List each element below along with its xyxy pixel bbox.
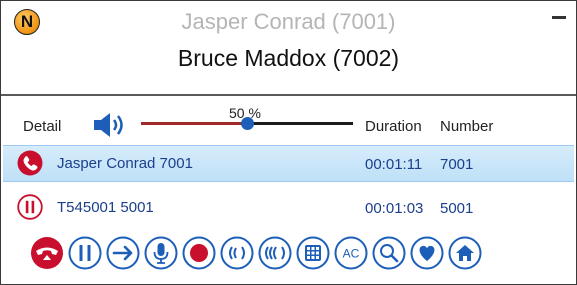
dialpad-button[interactable] <box>296 236 330 270</box>
volume-track-empty <box>247 122 353 125</box>
mute-button[interactable] <box>144 236 178 270</box>
conference-icon <box>220 236 254 270</box>
volume-track-filled <box>141 122 247 125</box>
conference-all-icon <box>258 236 292 270</box>
conference-all-button[interactable] <box>258 236 292 270</box>
minimize-button[interactable] <box>552 16 566 19</box>
call-row-name: T545001 5001 <box>57 199 154 216</box>
call-row-number: 7001 <box>440 156 474 173</box>
hold-button[interactable] <box>68 236 102 270</box>
record-icon <box>182 236 216 270</box>
call-row[interactable]: T545001 5001 00:01:03 5001 <box>3 190 574 225</box>
ac-label: AC <box>343 247 360 261</box>
column-header-number: Number <box>440 118 494 135</box>
call-row-duration: 00:01:11 <box>365 156 423 173</box>
header-divider <box>1 94 576 96</box>
call-row-number: 5001 <box>440 200 474 217</box>
speaker-icon[interactable] <box>92 111 126 139</box>
call-row-name: Jasper Conrad 7001 <box>57 155 193 172</box>
active-call-title: Bruce Maddox (7002) <box>177 45 400 71</box>
favorite-button[interactable] <box>410 236 444 270</box>
ac-icon: AC <box>334 236 368 270</box>
favorite-icon <box>410 236 444 270</box>
search-icon <box>372 236 406 270</box>
caller-title: Jasper Conrad (7001) <box>181 9 396 34</box>
ac-button[interactable]: AC <box>334 236 368 270</box>
hangup-button[interactable] <box>30 236 64 270</box>
home-icon <box>448 236 482 270</box>
hangup-icon <box>31 237 63 269</box>
dialpad-icon <box>296 236 330 270</box>
phone-active-icon <box>17 150 43 176</box>
search-button[interactable] <box>372 236 406 270</box>
volume-slider[interactable]: 50 % <box>141 104 353 134</box>
call-row-duration: 00:01:03 <box>365 200 424 217</box>
transfer-icon <box>106 236 140 270</box>
mute-mic-icon <box>144 236 178 270</box>
column-header-duration: Duration <box>365 118 422 135</box>
call-row[interactable]: Jasper Conrad 7001 00:01:11 7001 <box>3 145 574 182</box>
transfer-button[interactable] <box>106 236 140 270</box>
pause-icon <box>17 194 43 220</box>
hold-icon <box>68 236 102 270</box>
conference-button[interactable] <box>220 236 254 270</box>
home-button[interactable] <box>448 236 482 270</box>
volume-percent-label: 50 % <box>229 105 261 121</box>
call-window: N Jasper Conrad (7001) Bruce Maddox (700… <box>0 0 577 285</box>
record-button[interactable] <box>182 236 216 270</box>
column-header-detail: Detail <box>23 118 62 135</box>
